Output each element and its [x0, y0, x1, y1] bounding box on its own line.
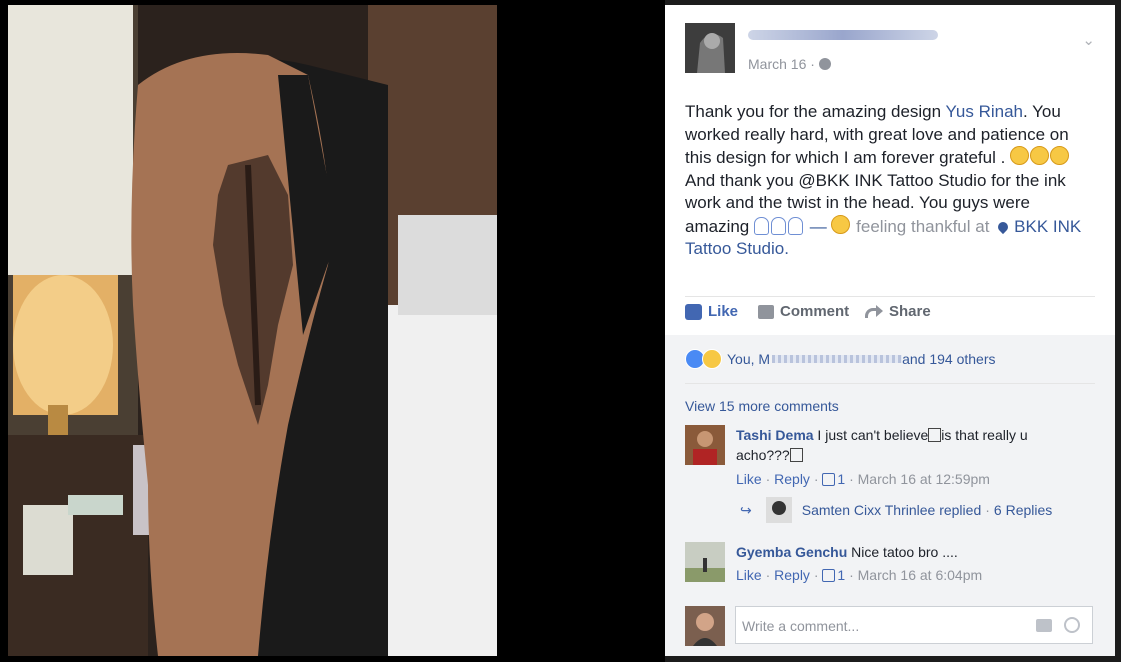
comment-like-link[interactable]: Like [736, 471, 762, 487]
smile-emoji-icon [1030, 146, 1050, 165]
share-icon [865, 304, 883, 319]
chevron-down-icon[interactable]: ⌄ [1082, 31, 1095, 49]
like-label: Like [708, 303, 739, 320]
thumbs-up-icon [822, 569, 836, 582]
commenter-name[interactable]: Tashi Dema [736, 427, 814, 443]
comment-text: Tashi Dema I just can't believe is that r… [736, 425, 1066, 465]
replier-name[interactable]: Samten Cixx Thrinlee replied [802, 502, 982, 518]
comment-like-count[interactable]: 1 [837, 471, 845, 487]
reactions-summary[interactable]: You, M and 194 others [685, 349, 995, 369]
comments-section: You, M and 194 others View 15 more commen… [665, 335, 1115, 656]
write-comment-row: Write a comment... [685, 606, 1095, 646]
post-header: March 16 · ⌄ [685, 23, 1095, 83]
post-time-text: March 16 [748, 56, 807, 72]
feeling-emoji-icon [831, 214, 851, 234]
comment-input[interactable]: Write a comment... [735, 606, 1093, 644]
photo-illustration [8, 5, 497, 656]
photo-viewer [0, 0, 665, 662]
replies-count[interactable]: 6 Replies [994, 502, 1052, 518]
redacted-name [772, 355, 903, 363]
comment-text-part: I just can't believe [813, 427, 929, 443]
replier-avatar [765, 497, 792, 523]
author-avatar[interactable] [685, 23, 735, 73]
reactions-suffix: and 194 others [902, 351, 996, 367]
comment-icon [758, 304, 774, 319]
pray-hands-icon [770, 216, 786, 235]
reactions-prefix: You, M [727, 351, 771, 367]
comment-label: Comment [780, 303, 850, 320]
author-name-redacted[interactable] [748, 30, 938, 40]
unsupported-emoji-glyph [789, 448, 803, 462]
comment-like-count[interactable]: 1 [837, 567, 845, 583]
unsupported-emoji-glyph [928, 428, 942, 442]
tattoo-photo[interactable] [8, 5, 497, 656]
view-more-comments-link[interactable]: View 15 more comments [685, 398, 839, 414]
comment-text-part: Nice tatoo bro .... [847, 544, 958, 560]
share-label: Share [889, 303, 931, 320]
comment-meta: Like · Reply · 1 · March 16 at 12:59pm [736, 471, 990, 487]
wow-reaction-icon [702, 349, 722, 369]
comment-text: Gyemba Genchu Nice tatoo bro .... [736, 542, 1066, 562]
post-text-end: . [784, 239, 789, 258]
comment-time[interactable]: March 16 at 12:59pm [858, 471, 990, 487]
post-text-part: Thank you for the amazing design [685, 102, 946, 121]
globe-icon [818, 58, 831, 70]
post-panel: March 16 · ⌄ Thank you for the amazing d… [665, 5, 1115, 656]
post-actions: Like Comment Share [685, 303, 1095, 327]
commenter-avatar[interactable] [685, 542, 725, 582]
divider [685, 296, 1095, 297]
comment-meta: Like · Reply · 1 · March 16 at 6:04pm [736, 567, 983, 583]
separator: · [985, 502, 990, 518]
comment-input-placeholder: Write a comment... [742, 618, 860, 634]
replies-row[interactable]: ↪ Samten Cixx Thrinlee replied · 6 Repli… [740, 497, 1052, 523]
location-pin-icon [996, 219, 1011, 234]
comment-like-link[interactable]: Like [736, 567, 762, 583]
post-body: Thank you for the amazing design Yus Rin… [685, 101, 1097, 261]
comment-button[interactable]: Comment [758, 303, 849, 320]
smile-emoji-icon [1050, 146, 1070, 165]
divider [685, 383, 1095, 384]
mention-yus-rinah[interactable]: Yus Rinah [946, 102, 1024, 121]
pray-hands-icon [787, 216, 803, 235]
thumbs-up-icon [685, 303, 702, 320]
feeling-text: feeling thankful at [851, 216, 995, 236]
reply-arrow-icon: ↪ [740, 501, 752, 518]
share-button[interactable]: Share [865, 303, 931, 320]
camera-icon[interactable] [1036, 619, 1052, 632]
post-timestamp[interactable]: March 16 · [748, 56, 831, 72]
thumbs-up-icon [822, 473, 836, 486]
commenter-avatar[interactable] [685, 425, 725, 465]
smile-emoji-icon [1010, 146, 1030, 165]
emoji-picker-icon[interactable] [1064, 617, 1080, 633]
feeling-dash: — [804, 216, 832, 236]
like-button[interactable]: Like [685, 303, 738, 320]
pray-hands-icon [753, 216, 769, 235]
comment-reply-link[interactable]: Reply [774, 567, 810, 583]
commenter-name[interactable]: Gyemba Genchu [736, 544, 847, 560]
comment-time[interactable]: March 16 at 6:04pm [858, 567, 983, 583]
comment-reply-link[interactable]: Reply [774, 471, 810, 487]
current-user-avatar [685, 606, 725, 646]
